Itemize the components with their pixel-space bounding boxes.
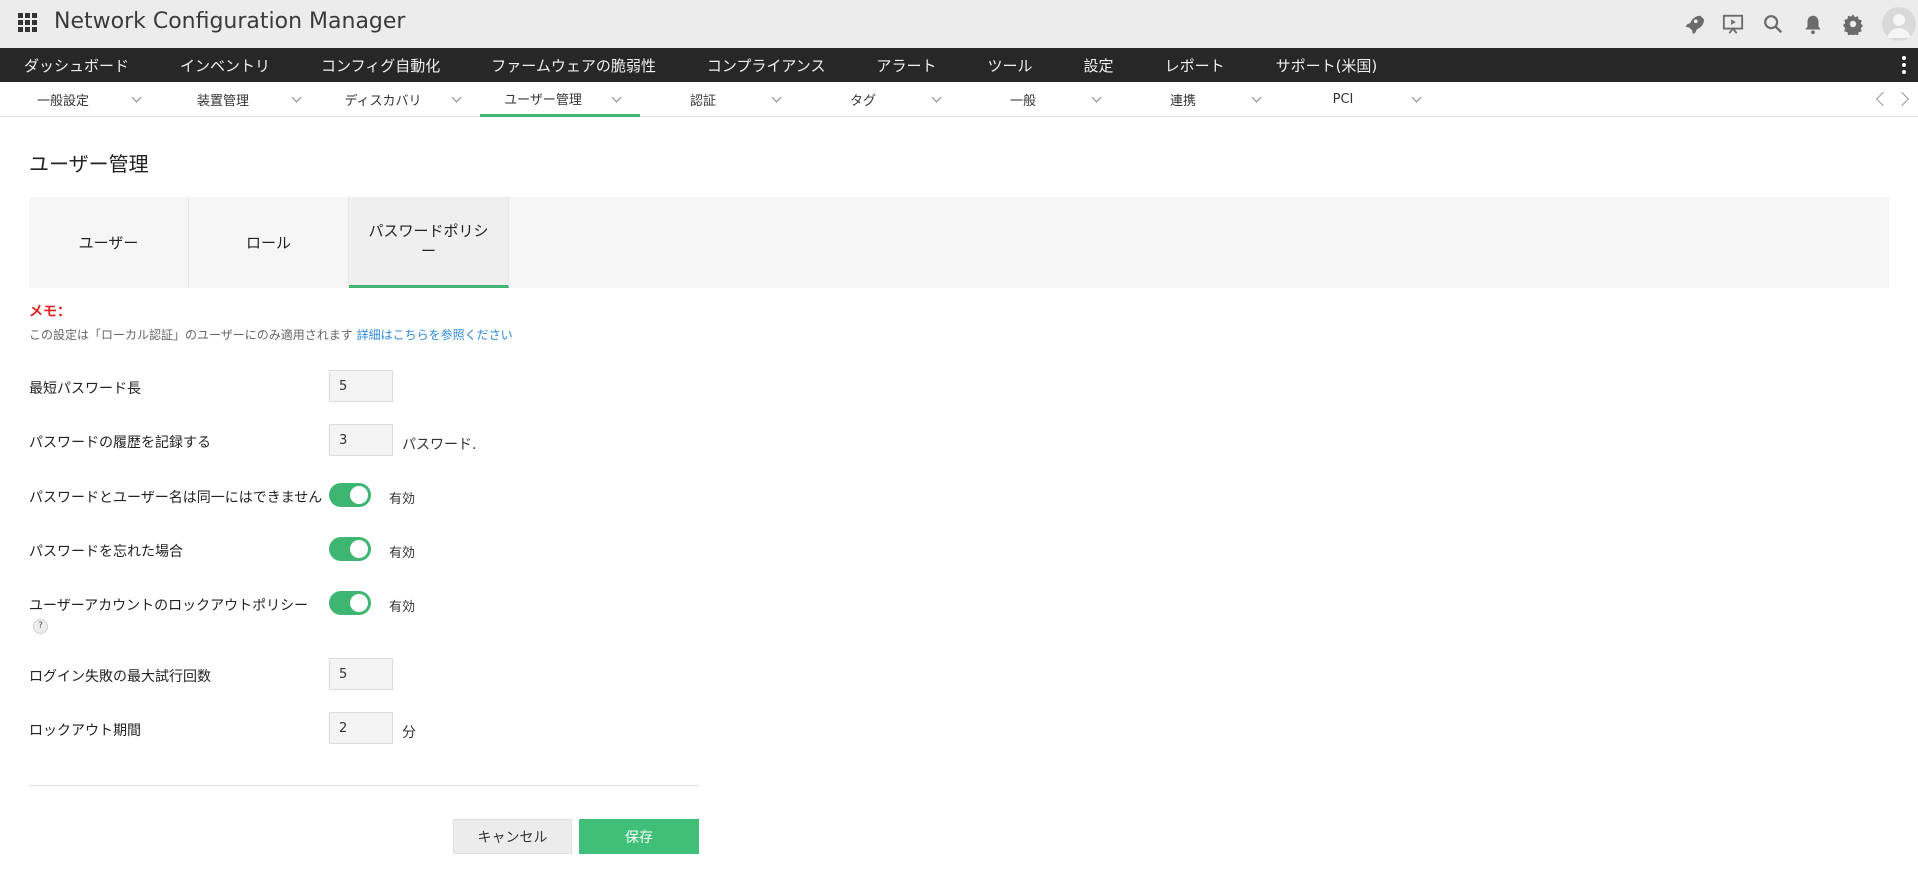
rocket-icon[interactable] — [1682, 13, 1704, 35]
lockout-period-suffix: 分 — [402, 725, 416, 741]
username-same-label: パスワードとユーザー名は同一にはできません — [29, 490, 323, 506]
more-menu-icon[interactable] — [1902, 56, 1906, 74]
tab-roles[interactable]: ロール — [189, 197, 349, 288]
sub-nav-label: PCI — [1332, 92, 1354, 107]
memo-details-link[interactable]: 詳細はこちらを参照ください — [357, 328, 513, 342]
chevron-down-icon — [771, 92, 782, 103]
chevron-down-icon — [451, 92, 462, 103]
sub-nav-label: ディスカバリ — [344, 94, 422, 109]
tab-label: ユーザー — [78, 233, 139, 252]
forgot-toggle[interactable] — [329, 537, 371, 561]
main-nav-item-inventory[interactable]: インベントリ — [180, 55, 270, 76]
main-nav-item-alerts[interactable]: アラート — [877, 55, 937, 76]
lockout-period-label: ロックアウト期間 — [29, 723, 141, 739]
sub-nav-label: 一般設定 — [36, 94, 89, 109]
username-same-row: パスワードとユーザー名は同一にはできません 有効 — [29, 479, 589, 511]
app-title: Network Configuration Manager — [54, 9, 406, 34]
history-label: パスワードの履歴を記録する — [29, 435, 211, 451]
sub-nav-label: 一般 — [1009, 94, 1036, 109]
lockout-policy-row: ユーザーアカウントのロックアウトポリシー ? 有効 — [29, 587, 589, 634]
main-nav-item-firmware-vulnerability[interactable]: ファームウェアの脆弱性 — [491, 55, 656, 76]
search-icon[interactable] — [1762, 13, 1784, 35]
cancel-button[interactable]: キャンセル — [453, 819, 572, 854]
sub-nav-item-integration[interactable]: 連携 — [1120, 82, 1280, 117]
app-grid-icon[interactable] — [18, 13, 38, 33]
max-attempts-input[interactable] — [329, 658, 393, 690]
tab-label: パスワードポリシー — [368, 222, 489, 260]
header-icon-group — [1682, 0, 1918, 48]
presentation-icon[interactable] — [1722, 13, 1744, 35]
tab-bar: ユーザー ロール パスワードポリシー — [29, 197, 1889, 288]
sub-nav: 一般設定 装置管理 ディスカバリ ユーザー管理 認証 タグ 一般 連携 PCI — [0, 82, 1918, 117]
help-icon[interactable]: ? — [33, 619, 48, 634]
min-length-row: 最短パスワード長 — [29, 370, 589, 402]
min-length-input[interactable] — [329, 370, 393, 402]
gear-icon[interactable] — [1842, 13, 1864, 35]
chevron-down-icon — [611, 92, 622, 103]
main-nav: ダッシュボード インベントリ コンフィグ自動化 ファームウェアの脆弱性 コンプラ… — [0, 48, 1918, 82]
sub-nav-item-device-management[interactable]: 装置管理 — [160, 82, 320, 117]
chevron-down-icon — [1251, 92, 1262, 103]
main-nav-item-dashboard[interactable]: ダッシュボード — [24, 55, 129, 76]
forgot-label: パスワードを忘れた場合 — [29, 544, 183, 560]
memo-label: メモ： — [29, 304, 71, 320]
scroll-right-icon[interactable] — [1894, 90, 1914, 108]
main-nav-item-tools[interactable]: ツール — [988, 55, 1033, 76]
username-same-toggle[interactable] — [329, 483, 371, 507]
sub-nav-item-pci[interactable]: PCI — [1280, 82, 1440, 117]
sub-nav-item-general-settings[interactable]: 一般設定 — [0, 82, 160, 117]
top-header: Network Configuration Manager — [0, 0, 1918, 48]
sub-nav-label: タグ — [849, 94, 876, 109]
avatar-icon[interactable] — [1882, 7, 1916, 41]
memo-body: この設定は「ローカル認証」のユーザーにのみ適用されます — [29, 328, 353, 342]
main-nav-item-settings[interactable]: 設定 — [1084, 55, 1114, 76]
bell-icon[interactable] — [1802, 13, 1824, 35]
sub-nav-label: ユーザー管理 — [504, 92, 582, 108]
lockout-policy-toggle[interactable] — [329, 591, 371, 615]
chevron-down-icon — [291, 92, 302, 103]
main-nav-item-compliance[interactable]: コンプライアンス — [707, 55, 826, 76]
history-suffix: パスワード. — [402, 437, 477, 453]
chevron-down-icon — [131, 92, 142, 103]
sub-nav-label: 装置管理 — [196, 94, 249, 109]
min-length-label: 最短パスワード長 — [29, 381, 141, 397]
page-title: ユーザー管理 — [29, 152, 149, 176]
chevron-down-icon — [1091, 92, 1102, 103]
sub-nav-label: 認証 — [689, 94, 716, 109]
forgot-row: パスワードを忘れた場合 有効 — [29, 533, 589, 565]
main-nav-item-support[interactable]: サポート(米国) — [1276, 55, 1378, 76]
main-nav-item-reports[interactable]: レポート — [1165, 55, 1225, 76]
tab-password-policy[interactable]: パスワードポリシー — [349, 197, 509, 288]
sub-nav-label: 連携 — [1169, 94, 1196, 109]
history-input[interactable] — [329, 424, 393, 456]
tab-users[interactable]: ユーザー — [29, 197, 189, 288]
username-same-state: 有効 — [389, 492, 416, 507]
tab-label: ロール — [245, 233, 291, 252]
lockout-policy-label: ユーザーアカウントのロックアウトポリシー — [29, 598, 309, 614]
chevron-down-icon — [931, 92, 942, 103]
scroll-left-icon[interactable] — [1872, 90, 1891, 108]
sub-nav-item-general[interactable]: 一般 — [960, 82, 1120, 117]
memo-text: この設定は「ローカル認証」のユーザーにのみ適用されます 詳細はこちらを参照くださ… — [29, 326, 513, 343]
form-divider — [29, 785, 699, 786]
history-row: パスワードの履歴を記録する パスワード. — [29, 424, 589, 456]
lockout-policy-state: 有効 — [389, 600, 416, 615]
lockout-period-row: ロックアウト期間 分 — [29, 712, 589, 744]
main-nav-item-config-automation[interactable]: コンフィグ自動化 — [321, 55, 440, 76]
sub-nav-item-discovery[interactable]: ディスカバリ — [320, 82, 480, 117]
sub-nav-item-user-management[interactable]: ユーザー管理 — [480, 82, 640, 117]
sub-nav-item-tags[interactable]: タグ — [800, 82, 960, 117]
save-button[interactable]: 保存 — [579, 819, 699, 854]
sub-nav-item-authentication[interactable]: 認証 — [640, 82, 800, 117]
lockout-period-input[interactable] — [329, 712, 393, 744]
max-attempts-label: ログイン失敗の最大試行回数 — [29, 669, 211, 685]
chevron-down-icon — [1411, 92, 1422, 103]
forgot-state: 有効 — [389, 546, 416, 561]
max-attempts-row: ログイン失敗の最大試行回数 — [29, 658, 589, 690]
